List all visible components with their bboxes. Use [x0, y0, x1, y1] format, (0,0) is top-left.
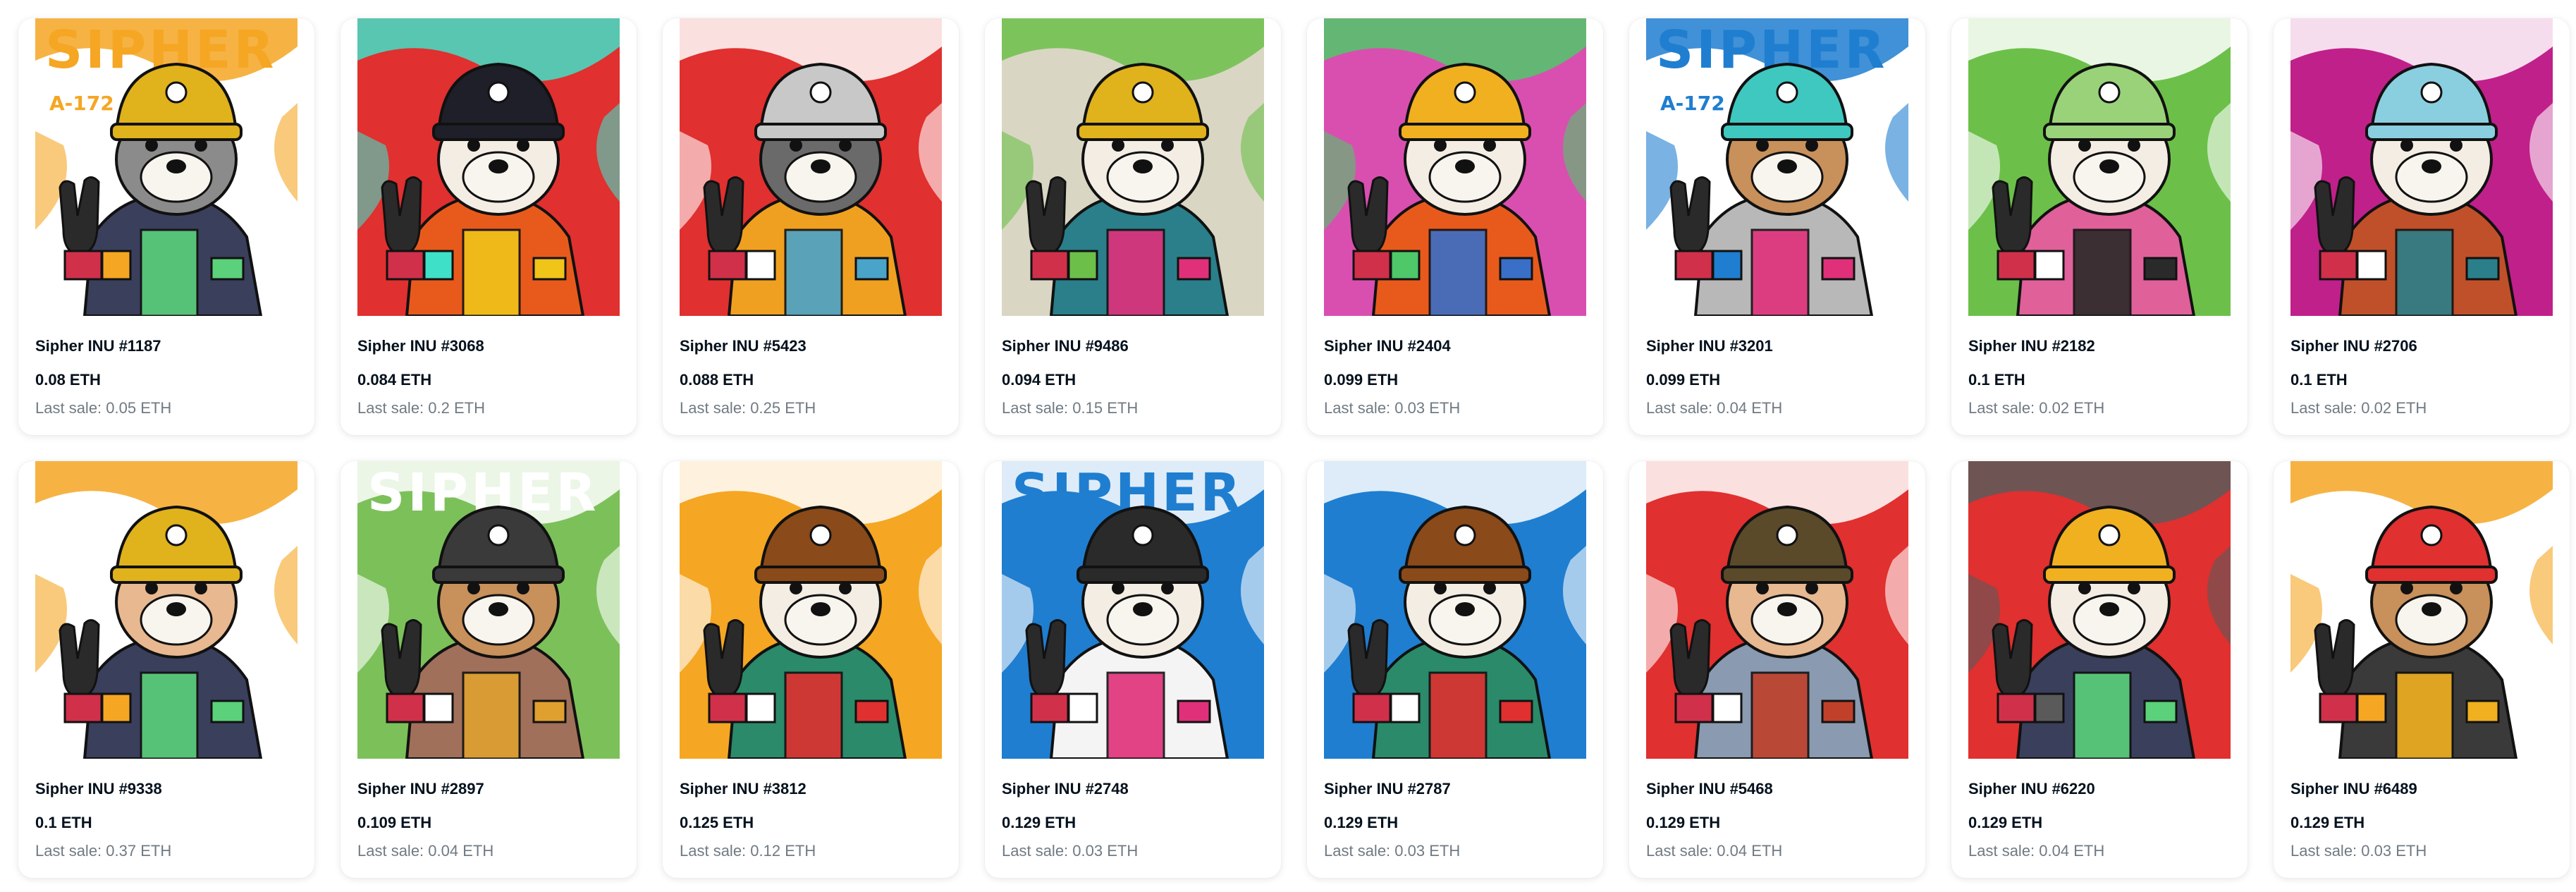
nft-image[interactable] — [357, 18, 620, 316]
nft-card[interactable]: SIPHER Sipher INU #2748 0.129 ETH Last sale… — [985, 461, 1281, 878]
nft-name[interactable]: Sipher INU #9338 — [35, 780, 162, 798]
nft-card[interactable]: Sipher INU #2182 0.1 ETH Last sale: 0.02 E… — [1951, 18, 2247, 435]
nft-name[interactable]: Sipher INU #1187 — [35, 337, 161, 355]
nft-price: 0.129 ETH — [1002, 814, 1077, 831]
nft-card[interactable]: SIPHER A-172 Sipher INU #1187 0.08 ETH Last … — [18, 18, 314, 435]
nft-image[interactable]: SIPHER — [1002, 461, 1264, 759]
nft-grid: SIPHER A-172 Sipher INU #1187 0.08 ETH Last … — [18, 18, 2570, 878]
nft-last-sale: Last sale: 0.03 ETH — [1324, 399, 1461, 417]
nft-image[interactable] — [2290, 18, 2553, 316]
nft-price: 0.109 ETH — [357, 814, 432, 831]
nft-card[interactable]: Sipher INU #3068 0.084 ETH Last sale: 0.2 … — [341, 18, 637, 435]
nft-name[interactable]: Sipher INU #5423 — [680, 337, 806, 355]
nft-price: 0.084 ETH — [357, 371, 432, 389]
nft-image[interactable] — [35, 461, 298, 759]
nft-last-sale: Last sale: 0.25 ETH — [680, 399, 816, 417]
nft-price: 0.129 ETH — [1324, 814, 1399, 831]
nft-name[interactable]: Sipher INU #9486 — [1002, 337, 1129, 355]
nft-image[interactable] — [2290, 461, 2553, 759]
nft-price: 0.1 ETH — [2290, 371, 2348, 389]
nft-card[interactable]: SIPHER A-172 Sipher INU #3201 0.099 ETH Last… — [1629, 18, 1925, 435]
nft-name[interactable]: Sipher INU #5468 — [1646, 780, 1773, 798]
nft-card[interactable]: Sipher INU #9486 0.094 ETH Last sale: 0.15… — [985, 18, 1281, 435]
nft-card[interactable]: Sipher INU #2787 0.129 ETH Last sale: 0.03… — [1307, 461, 1603, 878]
nft-card[interactable]: Sipher INU #5468 0.129 ETH Last sale: 0.04… — [1629, 461, 1925, 878]
nft-card[interactable]: Sipher INU #3812 0.125 ETH Last sale: 0.12… — [663, 461, 959, 878]
nft-name[interactable]: Sipher INU #2787 — [1324, 780, 1451, 798]
nft-image[interactable] — [680, 461, 942, 759]
nft-card[interactable]: Sipher INU #2404 0.099 ETH Last sale: 0.03… — [1307, 18, 1603, 435]
nft-name[interactable]: Sipher INU #6489 — [2290, 780, 2417, 798]
nft-last-sale: Last sale: 0.37 ETH — [35, 842, 172, 860]
nft-card[interactable]: Sipher INU #6489 0.129 ETH Last sale: 0.03… — [2274, 461, 2570, 878]
nft-price: 0.129 ETH — [2290, 814, 2365, 831]
nft-name[interactable]: Sipher INU #3201 — [1646, 337, 1773, 355]
nft-last-sale: Last sale: 0.03 ETH — [1002, 842, 1139, 860]
nft-card[interactable]: Sipher INU #2706 0.1 ETH Last sale: 0.02 E… — [2274, 18, 2570, 435]
nft-card[interactable]: Sipher INU #9338 0.1 ETH Last sale: 0.37 E… — [18, 461, 314, 878]
nft-last-sale: Last sale: 0.02 ETH — [1968, 399, 2105, 417]
nft-last-sale: Last sale: 0.04 ETH — [1646, 399, 1783, 417]
art-subtitle-text: A-172 — [49, 92, 114, 115]
nft-price: 0.094 ETH — [1002, 371, 1077, 389]
nft-price: 0.08 ETH — [35, 371, 101, 389]
nft-image[interactable]: SIPHER — [357, 461, 620, 759]
nft-last-sale: Last sale: 0.03 ETH — [2290, 842, 2427, 860]
nft-image[interactable] — [1968, 461, 2231, 759]
nft-price: 0.125 ETH — [680, 814, 754, 831]
nft-name[interactable]: Sipher INU #2897 — [357, 780, 484, 798]
nft-image[interactable] — [1002, 18, 1264, 316]
nft-price: 0.099 ETH — [1324, 371, 1399, 389]
nft-last-sale: Last sale: 0.15 ETH — [1002, 399, 1139, 417]
nft-price: 0.088 ETH — [680, 371, 754, 389]
nft-image[interactable] — [1324, 18, 1586, 316]
nft-price: 0.099 ETH — [1646, 371, 1721, 389]
nft-image[interactable] — [1646, 461, 1908, 759]
nft-image[interactable]: SIPHER A-172 — [1646, 18, 1908, 316]
nft-card[interactable]: Sipher INU #5423 0.088 ETH Last sale: 0.25… — [663, 18, 959, 435]
nft-name[interactable]: Sipher INU #3812 — [680, 780, 806, 798]
nft-name[interactable]: Sipher INU #2748 — [1002, 780, 1129, 798]
nft-last-sale: Last sale: 0.02 ETH — [2290, 399, 2427, 417]
nft-last-sale: Last sale: 0.05 ETH — [35, 399, 172, 417]
nft-image[interactable] — [1324, 461, 1586, 759]
nft-price: 0.129 ETH — [1646, 814, 1721, 831]
nft-last-sale: Last sale: 0.04 ETH — [1968, 842, 2105, 860]
nft-last-sale: Last sale: 0.12 ETH — [680, 842, 816, 860]
nft-name[interactable]: Sipher INU #2706 — [2290, 337, 2417, 355]
nft-name[interactable]: Sipher INU #3068 — [357, 337, 484, 355]
nft-image[interactable] — [1968, 18, 2231, 316]
nft-image[interactable]: SIPHER A-172 — [35, 18, 298, 316]
nft-price: 0.1 ETH — [1968, 371, 2025, 389]
nft-name[interactable]: Sipher INU #2404 — [1324, 337, 1451, 355]
nft-last-sale: Last sale: 0.04 ETH — [1646, 842, 1783, 860]
nft-price: 0.1 ETH — [35, 814, 92, 831]
nft-price: 0.129 ETH — [1968, 814, 2043, 831]
nft-card[interactable]: SIPHER Sipher INU #2897 0.109 ETH Last sale… — [341, 461, 637, 878]
nft-name[interactable]: Sipher INU #2182 — [1968, 337, 2095, 355]
nft-last-sale: Last sale: 0.04 ETH — [357, 842, 494, 860]
nft-last-sale: Last sale: 0.2 ETH — [357, 399, 485, 417]
nft-image[interactable] — [680, 18, 942, 316]
art-subtitle-text: A-172 — [1660, 92, 1725, 115]
nft-last-sale: Last sale: 0.03 ETH — [1324, 842, 1461, 860]
nft-name[interactable]: Sipher INU #6220 — [1968, 780, 2095, 798]
nft-card[interactable]: Sipher INU #6220 0.129 ETH Last sale: 0.04… — [1951, 461, 2247, 878]
